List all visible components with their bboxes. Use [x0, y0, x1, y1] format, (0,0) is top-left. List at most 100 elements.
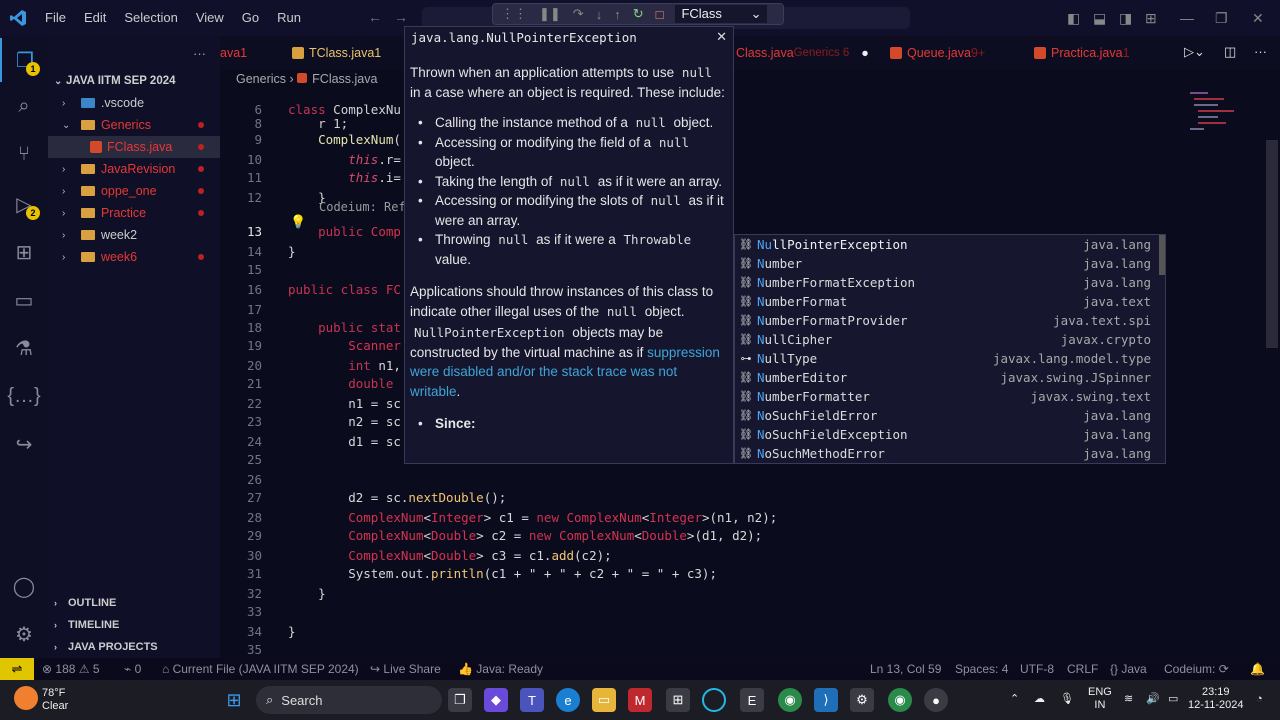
suggestion-item[interactable]: ⛓ NumberFormatException java.lang	[735, 273, 1159, 292]
language-mode[interactable]: {} Java	[1110, 662, 1147, 676]
more-actions-icon[interactable]: ···	[1254, 44, 1267, 59]
code-line[interactable]: n2 = sc	[288, 414, 401, 429]
suggestion-item[interactable]: ⛓ NullPointerException java.lang	[735, 235, 1159, 254]
vertical-scrollbar[interactable]	[1266, 140, 1278, 348]
tray-overflow-icon[interactable]: ⌃	[1010, 693, 1019, 706]
code-line[interactable]: r 1;	[288, 116, 348, 131]
explorer-icon[interactable]: ❐ 1	[0, 38, 48, 82]
lightbulb-icon[interactable]: 💡	[290, 215, 306, 230]
indentation[interactable]: Spaces: 4	[955, 662, 1008, 676]
info-indicator[interactable]: ⌁ 0	[124, 662, 141, 676]
current-file-status[interactable]: ⌂ Current File (JAVA IITM SEP 2024)	[162, 662, 359, 676]
task-view-icon[interactable]: ❐	[448, 688, 472, 712]
tab-queue[interactable]: Queue.java 9+	[890, 36, 985, 70]
forward-arrow-icon[interactable]: →	[394, 9, 408, 25]
code-line[interactable]: }	[288, 586, 326, 601]
store-icon[interactable]: ⊞	[666, 688, 690, 712]
code-line[interactable]: }	[288, 624, 296, 639]
breadcrumb-file[interactable]: FClass.java	[312, 72, 377, 86]
vscode-taskbar-icon[interactable]: ⟩	[814, 688, 838, 712]
code-line[interactable]: d2 = sc.nextDouble();	[288, 490, 506, 505]
run-debug-icon[interactable]: ▷ 2	[0, 182, 48, 226]
teams-icon[interactable]: T	[520, 688, 544, 712]
suggestion-item[interactable]: ⛓ Number java.lang	[735, 254, 1159, 273]
suggestion-item[interactable]: ⛓ NullCipher javax.crypto	[735, 330, 1159, 349]
tab-fclass[interactable]: Class.java Generics 6 ●	[736, 36, 869, 70]
maximize-icon[interactable]: ❐	[1215, 10, 1228, 27]
sidebar-item[interactable]: › Practice	[48, 202, 220, 224]
code-line[interactable]: Scanner	[288, 338, 401, 353]
section-outline[interactable]: › OUTLINE	[48, 592, 220, 614]
line-ending[interactable]: CRLF	[1067, 662, 1098, 676]
settings-icon[interactable]: ⚙	[850, 688, 874, 712]
toggle-secondary-icon[interactable]: ◨	[1119, 10, 1132, 27]
menu-go[interactable]: Go	[233, 0, 268, 36]
minimize-icon[interactable]: —	[1180, 10, 1194, 26]
menu-file[interactable]: File	[36, 0, 75, 36]
debug-config-select[interactable]: FClass ⌄	[675, 5, 768, 23]
minimap[interactable]	[1186, 88, 1246, 148]
workspace-root[interactable]: ⌄ JAVA IITM SEP 2024	[48, 70, 220, 92]
app-icon[interactable]: E	[740, 688, 764, 712]
suggestion-item[interactable]: ⛓ NumberFormat java.text	[735, 292, 1159, 311]
code-line[interactable]: this.i=	[288, 170, 401, 185]
close-window-icon[interactable]: ✕	[1252, 10, 1264, 27]
back-arrow-icon[interactable]: ←	[368, 9, 382, 25]
code-line[interactable]: d1 = sc	[288, 434, 401, 449]
extensions-icon[interactable]: ⊞	[0, 230, 48, 274]
volume-icon[interactable]: 🔊	[1146, 693, 1160, 706]
code-line[interactable]: ComplexNum<Integer> c1 = new ComplexNum<…	[288, 510, 777, 525]
file-explorer-icon[interactable]: ▭	[592, 688, 616, 712]
gear-icon[interactable]: ⚙	[0, 612, 48, 656]
restart-icon[interactable]: ↻	[633, 6, 644, 22]
tab-tclass[interactable]: TClass.java 1	[292, 36, 381, 70]
sidebar-item[interactable]: › oppe_one	[48, 180, 220, 202]
notification-center-icon[interactable]: ◔	[1256, 693, 1263, 706]
copilot-icon[interactable]: ◆	[484, 688, 508, 712]
suggestion-item[interactable]: ⛓ NoSuchFieldException java.lang	[735, 425, 1159, 444]
menu-run[interactable]: Run	[268, 0, 310, 36]
recorder-icon[interactable]: ●	[924, 688, 948, 712]
toggle-panel-icon[interactable]: ⬓	[1093, 10, 1106, 27]
sidebar-item[interactable]: › week6	[48, 246, 220, 268]
testing-icon[interactable]: ⚗	[0, 326, 48, 370]
unsaved-dot-icon[interactable]: ●	[861, 46, 869, 60]
live-share-icon[interactable]: ↪	[0, 422, 48, 466]
drag-handle-icon[interactable]: ⋮⋮	[501, 6, 527, 22]
code-line[interactable]: int n1,	[288, 358, 401, 373]
code-line[interactable]: ComplexNum<Double> c3 = c1.add(c2);	[288, 548, 611, 563]
section-java-projects[interactable]: › JAVA PROJECTS	[48, 636, 220, 658]
step-into-icon[interactable]: ↓	[596, 7, 603, 22]
notifications-icon[interactable]: 🔔	[1250, 662, 1265, 676]
step-out-icon[interactable]: ↑	[614, 7, 621, 22]
problems-indicator[interactable]: ⊗ 188 ⚠ 5	[42, 662, 100, 676]
code-line[interactable]: ComplexNum<Double> c2 = new ComplexNum<D…	[288, 528, 762, 543]
chrome-icon[interactable]: ◉	[778, 688, 802, 712]
pause-icon[interactable]: ❚❚	[539, 6, 561, 22]
section-timeline[interactable]: › TIMELINE	[48, 614, 220, 636]
json-icon[interactable]: {…}	[0, 374, 48, 418]
sidebar-item[interactable]: ⌄ Generics	[48, 114, 220, 136]
microphone-icon[interactable]: 🎙	[1060, 693, 1074, 706]
suggestion-item[interactable]: ⛓ NumberFormatProvider java.text.spi	[735, 311, 1159, 330]
encoding[interactable]: UTF-8	[1020, 662, 1054, 676]
more-actions-icon[interactable]: ···	[193, 46, 206, 61]
suggestion-item[interactable]: ⛓ NumberEditor javax.swing.JSpinner	[735, 368, 1159, 387]
mcafee-icon[interactable]: M	[628, 688, 652, 712]
code-line[interactable]: }	[288, 244, 296, 259]
wifi-icon[interactable]: ≋	[1124, 693, 1133, 706]
onedrive-icon[interactable]: ☁	[1034, 693, 1045, 706]
run-icon[interactable]: ▷⌄	[1184, 44, 1205, 60]
close-icon[interactable]: ✕	[716, 29, 727, 45]
remote-icon[interactable]: ⇌	[0, 658, 34, 680]
sidebar-item[interactable]: › JavaRevision	[48, 158, 220, 180]
menu-selection[interactable]: Selection	[115, 0, 186, 36]
codeium-status[interactable]: Codeium: ⟳	[1164, 662, 1229, 676]
tab-file[interactable]: ava 1	[220, 36, 247, 70]
windows-start-icon[interactable]: ⊞	[222, 688, 246, 712]
suggestion-item[interactable]: ⛓ NoSuchFieldError java.lang	[735, 406, 1159, 425]
split-editor-icon[interactable]: ◫	[1224, 44, 1236, 60]
code-line[interactable]: System.out.println(c1 + " + " + c2 + " =…	[288, 566, 717, 581]
tab-practica[interactable]: Practica.java 1	[1034, 36, 1130, 70]
live-share-status[interactable]: ↪ Live Share	[370, 662, 441, 676]
